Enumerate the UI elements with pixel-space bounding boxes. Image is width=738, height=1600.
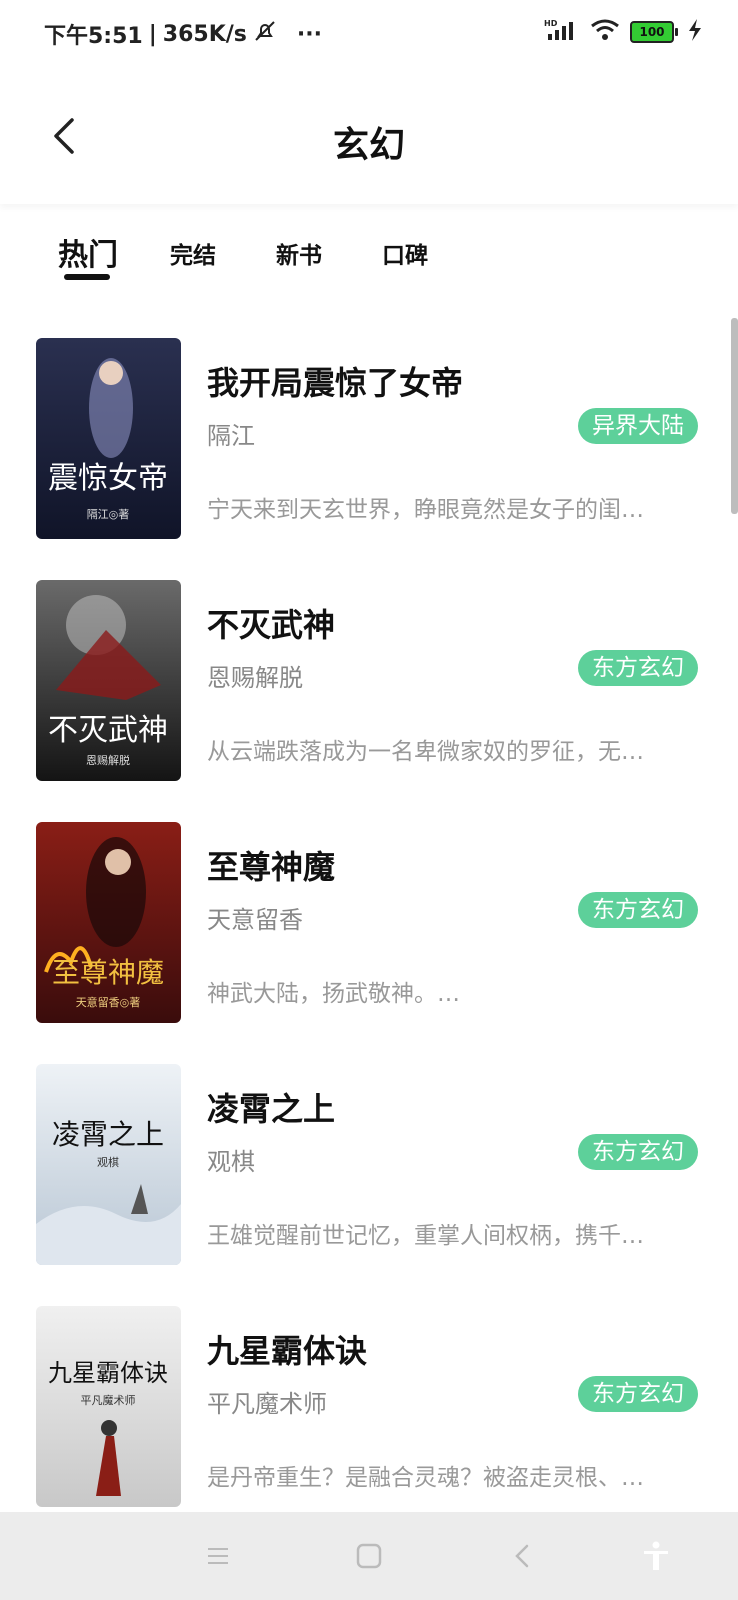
book-description: 宁天来到天玄世界，睁眼竟然是女子的闺… xyxy=(207,497,644,523)
wifi-icon xyxy=(590,18,620,46)
svg-text:震惊女帝: 震惊女帝 xyxy=(48,461,168,496)
category-tabs: 热门 完结 新书 口碑 xyxy=(0,218,738,298)
status-speed: 365K/s xyxy=(162,21,247,47)
battery-icon: 100 xyxy=(630,21,678,43)
book-author: 观棋 xyxy=(207,1148,255,1176)
book-item[interactable]: 震惊女帝 隔江◎著 我开局震惊了女帝 隔江 异界大陆 宁天来到天玄世界，睁眼竟然… xyxy=(0,338,738,580)
book-author: 天意留香 xyxy=(207,906,303,934)
book-item[interactable]: 至尊神魔 天意留香◎著 至尊神魔 天意留香 东方玄幻 神武大陆，扬武敬神。… xyxy=(0,822,738,1064)
charging-icon xyxy=(688,19,702,45)
mute-bell-icon xyxy=(253,19,277,49)
book-item[interactable]: 不灭武神 恩赐解脱 不灭武神 恩赐解脱 东方玄幻 从云端跌落成为一名卑微家奴的罗… xyxy=(0,580,738,822)
genre-tag: 东方玄幻 xyxy=(578,1376,698,1412)
book-title: 我开局震惊了女帝 xyxy=(207,364,464,402)
book-title: 凌霄之上 xyxy=(207,1090,336,1128)
book-description: 神武大陆，扬武敬神。… xyxy=(207,981,460,1007)
genre-tag: 东方玄幻 xyxy=(578,650,698,686)
book-author: 隔江 xyxy=(207,422,255,450)
page-title: 玄幻 xyxy=(332,125,405,166)
svg-text:不灭武神: 不灭武神 xyxy=(48,713,168,748)
accessibility-icon[interactable] xyxy=(640,1540,672,1572)
page-header: 玄幻 xyxy=(0,66,738,204)
svg-text:九星霸体诀: 九星霸体诀 xyxy=(48,1359,168,1387)
book-cover: 不灭武神 恩赐解脱 xyxy=(36,580,181,781)
book-author: 平凡魔术师 xyxy=(207,1390,327,1418)
svg-text:恩赐解脱: 恩赐解脱 xyxy=(86,753,130,767)
signal-icon: HD xyxy=(544,18,580,46)
genre-tag: 东方玄幻 xyxy=(578,892,698,928)
svg-text:HD: HD xyxy=(544,19,558,28)
book-cover: 凌霄之上 观棋 xyxy=(36,1064,181,1265)
book-description: 王雄觉醒前世记忆，重掌人间权柄，携千… xyxy=(207,1223,644,1249)
tab-hot[interactable]: 热门 xyxy=(58,230,118,274)
status-more-icon: ··· xyxy=(296,21,322,47)
genre-tag: 东方玄幻 xyxy=(578,1134,698,1170)
svg-text:至尊神魔: 至尊神魔 xyxy=(52,956,164,989)
book-cover: 九星霸体诀 平凡魔术师 xyxy=(36,1306,181,1507)
tab-completed[interactable]: 完结 xyxy=(170,236,216,270)
book-title: 九星霸体诀 xyxy=(207,1332,368,1370)
home-icon[interactable] xyxy=(353,1540,385,1572)
book-description: 从云端跌落成为一名卑微家奴的罗征，无… xyxy=(207,739,644,765)
book-cover: 至尊神魔 天意留香◎著 xyxy=(36,822,181,1023)
svg-text:平凡魔术师: 平凡魔术师 xyxy=(81,1393,136,1407)
svg-text:隔江◎著: 隔江◎著 xyxy=(87,507,130,521)
svg-text:天意留香◎著: 天意留香◎著 xyxy=(76,995,141,1009)
book-description: 是丹帝重生？是融合灵魂？被盗走灵根、… xyxy=(207,1465,644,1491)
system-nav-bar xyxy=(0,1512,738,1600)
book-cover: 震惊女帝 隔江◎著 xyxy=(36,338,181,539)
status-left: 下午5:51 | 365K/s ··· xyxy=(44,18,322,50)
genre-tag: 异界大陆 xyxy=(578,408,698,444)
status-divider: | xyxy=(148,21,157,47)
status-right: HD 100 xyxy=(544,18,702,46)
book-title: 至尊神魔 xyxy=(207,848,336,886)
book-item[interactable]: 凌霄之上 观棋 凌霄之上 观棋 东方玄幻 王雄觉醒前世记忆，重掌人间权柄，携千… xyxy=(0,1064,738,1306)
svg-text:观棋: 观棋 xyxy=(97,1155,119,1169)
book-title: 不灭武神 xyxy=(207,606,336,644)
status-bar: 下午5:51 | 365K/s ··· HD 100 xyxy=(0,0,738,66)
back-icon[interactable] xyxy=(507,1540,539,1572)
tab-new[interactable]: 新书 xyxy=(276,236,322,270)
menu-icon[interactable] xyxy=(202,1540,234,1572)
status-time: 下午5:51 xyxy=(44,24,143,49)
svg-text:凌霄之上: 凌霄之上 xyxy=(52,1118,164,1151)
book-author: 恩赐解脱 xyxy=(207,664,303,692)
tab-active-indicator xyxy=(64,274,110,280)
book-list: 震惊女帝 隔江◎著 我开局震惊了女帝 隔江 异界大陆 宁天来到天玄世界，睁眼竟然… xyxy=(0,338,738,1548)
tab-reputation[interactable]: 口碑 xyxy=(382,236,428,270)
